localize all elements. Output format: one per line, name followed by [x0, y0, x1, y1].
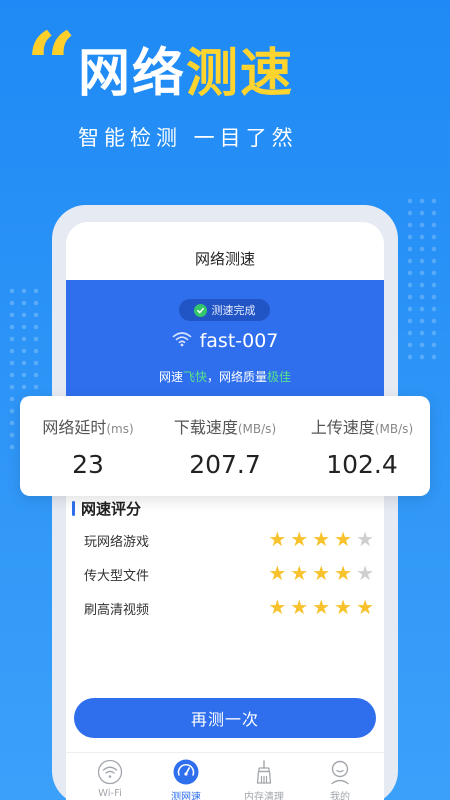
- star-filled-icon: ★: [312, 561, 331, 585]
- stat-unit: (MB/s): [374, 422, 414, 436]
- star-filled-icon: ★: [268, 527, 287, 551]
- hero-subtitle: 智能检测 一目了然: [78, 126, 298, 150]
- stat-label: 下载速度(MB/s): [157, 414, 293, 438]
- star-filled-icon: ★: [290, 561, 309, 585]
- rating-label: 玩网络游戏: [84, 535, 150, 550]
- star-rating: ★ ★ ★ ★ ★: [268, 562, 374, 584]
- rating-label: 刷高清视频: [84, 603, 150, 618]
- stat-unit: (MB/s): [237, 422, 277, 436]
- quality-prefix: 网速: [158, 370, 183, 384]
- star-filled-icon: ★: [290, 527, 309, 551]
- stat-label-text: 网络延时: [42, 418, 107, 437]
- tab-label: 我的: [330, 792, 350, 800]
- hero-title-part1: 网络: [78, 44, 187, 104]
- tab-label: Wi-Fi: [98, 788, 122, 799]
- stat-download: 下载速度(MB/s) 207.7: [157, 414, 293, 479]
- rating-label: 传大型文件: [84, 569, 150, 584]
- star-filled-icon: ★: [334, 595, 353, 619]
- retest-button[interactable]: 再测一次: [74, 698, 376, 738]
- star-rating: ★ ★ ★ ★ ★: [268, 596, 374, 618]
- tab-label: 测网速: [171, 792, 201, 800]
- star-filled-icon: ★: [356, 595, 374, 619]
- star-filled-icon: ★: [268, 561, 287, 585]
- stat-unit: (ms): [106, 422, 134, 436]
- rating-section-header: 网速评分: [72, 498, 141, 519]
- tab-profile[interactable]: 我的: [310, 758, 370, 800]
- star-rating: ★ ★ ★ ★ ★: [268, 528, 374, 550]
- quality-speed: 飞快: [182, 370, 207, 384]
- star-empty-icon: ★: [356, 561, 374, 585]
- stat-label-text: 下载速度: [173, 418, 238, 437]
- network-quality-text: 网速飞快，网络质量极佳: [66, 368, 384, 385]
- tab-label: 内存清理: [244, 792, 284, 800]
- status-text: 测速完成: [211, 304, 256, 317]
- star-empty-icon: ★: [356, 527, 374, 551]
- star-filled-icon: ★: [334, 527, 353, 551]
- quality-level: 极佳: [267, 370, 292, 384]
- tab-speed-test[interactable]: 测网速: [156, 758, 216, 800]
- star-filled-icon: ★: [290, 595, 309, 619]
- page-title: 网络测速: [194, 250, 255, 268]
- section-accent-bar: [72, 501, 75, 516]
- quote-mark-icon: “: [26, 12, 77, 116]
- rating-title: 网速评分: [81, 500, 142, 518]
- stat-value: 23: [72, 450, 104, 479]
- stat-label-text: 上传速度: [310, 418, 375, 437]
- rating-row-gaming: 玩网络游戏 ★ ★ ★ ★ ★: [84, 528, 376, 552]
- decorative-dots-right: [404, 195, 444, 365]
- stat-label: 上传速度(MB/s): [294, 414, 430, 438]
- tab-memory-clean[interactable]: 内存清理: [234, 758, 294, 800]
- wifi-name-row: fast-007: [66, 330, 384, 352]
- bottom-tab-bar: Wi-Fi 测网速 内存清理 我的: [66, 752, 384, 800]
- star-filled-icon: ★: [312, 527, 331, 551]
- star-filled-icon: ★: [312, 595, 331, 619]
- stat-latency: 网络延时(ms) 23: [20, 414, 156, 479]
- stat-value: 207.7: [189, 450, 261, 479]
- stat-value: 102.4: [326, 450, 398, 479]
- rating-row-large-files: 传大型文件 ★ ★ ★ ★ ★: [84, 562, 376, 586]
- tab-wifi[interactable]: Wi-Fi: [80, 758, 140, 799]
- speed-stats-card: 网络延时(ms) 23 下载速度(MB/s) 207.7 上传速度(MB/s) …: [20, 396, 430, 496]
- wifi-name: fast-007: [199, 330, 279, 352]
- wifi-icon: [95, 758, 125, 786]
- broom-icon: [249, 758, 279, 786]
- hero-title: 网络测速: [78, 48, 294, 100]
- speedometer-icon: [171, 758, 201, 786]
- quality-middle: ，网络质量: [207, 370, 268, 384]
- status-badge: 测速完成: [179, 299, 270, 321]
- star-filled-icon: ★: [268, 595, 287, 619]
- stat-label: 网络延时(ms): [20, 414, 156, 438]
- app-screen: 网络测速 测速完成 fast-007 网速飞快，网络质量极佳 网速评分 玩网络游…: [66, 222, 384, 800]
- check-icon: [193, 303, 207, 317]
- rating-row-hd-video: 刷高清视频 ★ ★ ★ ★ ★: [84, 596, 376, 620]
- stat-upload: 上传速度(MB/s) 102.4: [294, 414, 430, 479]
- hero-title-highlight: 测速: [186, 44, 295, 104]
- star-filled-icon: ★: [334, 561, 353, 585]
- wifi-icon: [172, 331, 192, 351]
- user-icon: [325, 758, 355, 786]
